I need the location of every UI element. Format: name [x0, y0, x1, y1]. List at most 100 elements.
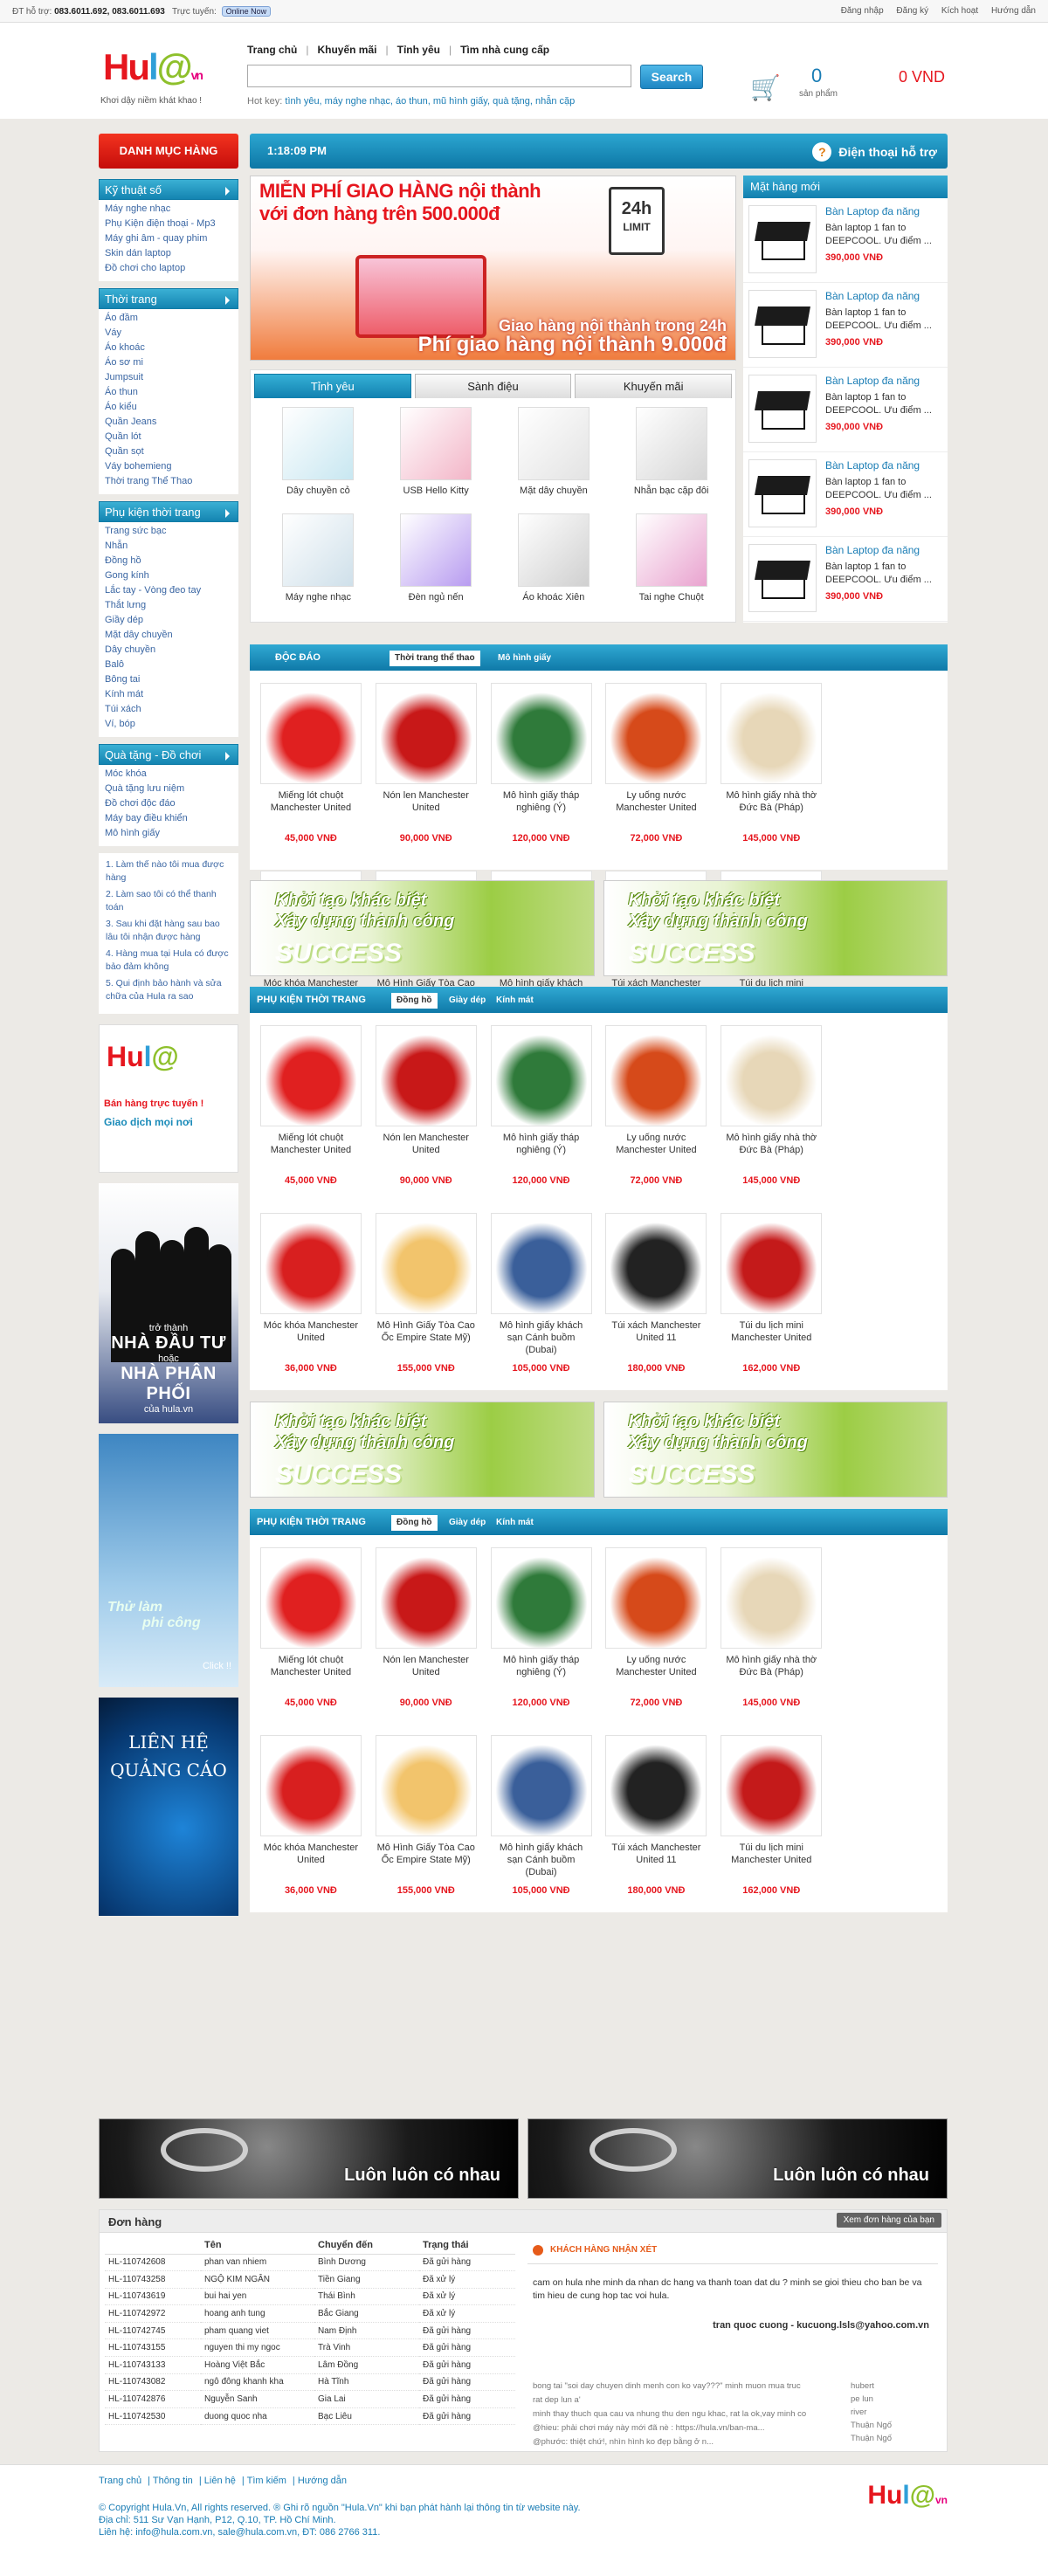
product-name[interactable]: Đèn ngủ nến [377, 592, 495, 603]
product-image[interactable] [490, 1547, 592, 1649]
tab-product[interactable]: Tai nghe Chuột [612, 513, 730, 616]
product-card[interactable]: Nón len Manchester United 90,000 VNĐ [369, 678, 484, 865]
product-name[interactable]: Dây chuyền cỏ [259, 486, 377, 496]
product-image[interactable] [375, 1025, 477, 1126]
faq-link[interactable]: 5. Qui định bảo hành và sửa chữa của Hul… [106, 977, 233, 1003]
product-name[interactable]: USB Hello Kitty [377, 486, 495, 496]
online-badge[interactable]: Online Now [221, 5, 272, 17]
product-name[interactable]: Mô hình giấy nhà thờ Đức Bà (Pháp) [714, 1654, 829, 1678]
sidebar-item[interactable]: Thời trang Thể Thao [99, 474, 238, 489]
product-card[interactable]: Ly uống nước Manchester United 72,000 VNĐ [598, 1542, 714, 1730]
product-card[interactable]: Mô hình giấy tháp nghiêng (Ý) 120,000 VNĐ [484, 1542, 599, 1730]
section-tab-shoes[interactable]: Giày dép [444, 993, 491, 1009]
footer-link-home[interactable]: Trang chủ [99, 2476, 141, 2486]
product-image[interactable] [605, 683, 707, 784]
sidebar-item[interactable]: Đồ chơi cho laptop [99, 261, 238, 276]
product-image[interactable] [720, 1547, 823, 1649]
nav-suppliers[interactable]: Tìm nhà cung cấp [460, 44, 549, 56]
product-image[interactable] [490, 1213, 592, 1314]
product-card[interactable]: Túi du lịch mini Manchester United 162,00… [714, 1730, 829, 1918]
section-tab-paper-models[interactable]: Mô hình giấy [493, 651, 556, 666]
section-title[interactable]: PHỤ KIỆN THỜI TRANG [257, 1517, 366, 1527]
product-image[interactable] [375, 1547, 477, 1649]
sidebar-item[interactable]: Quần lót [99, 430, 238, 444]
footer-link-contact[interactable]: Liên hệ [204, 2476, 236, 2486]
product-card[interactable]: Miếng lót chuột Manchester United 45,000 … [253, 1542, 369, 1730]
sidebar-item[interactable]: Quần Jeans [99, 415, 238, 430]
banner-rings-left[interactable]: Luôn luôn có nhau [99, 2118, 519, 2199]
product-image[interactable] [720, 1213, 823, 1314]
footer-link-help[interactable]: Hướng dẫn [298, 2476, 347, 2486]
tab-product[interactable]: Dây chuyền cỏ [259, 407, 377, 510]
section-tab-shoes[interactable]: Giày dép [444, 1515, 491, 1531]
product-name[interactable]: Ly uống nước Manchester United [598, 1654, 714, 1678]
tab-product[interactable]: Đèn ngủ nến [377, 513, 495, 616]
product-image[interactable] [400, 513, 472, 587]
product-card[interactable]: Ly uống nước Manchester United 72,000 VNĐ [598, 1020, 714, 1208]
product-name[interactable]: Mô hình giấy nhà thờ Đức Bà (Pháp) [714, 789, 829, 814]
product-card[interactable]: Miếng lót chuột Manchester United 45,000 … [253, 1020, 369, 1208]
ad-success-right[interactable]: Khởi tạo khác biệt Xây dựng thành công SUC… [603, 880, 948, 976]
product-image[interactable] [635, 513, 707, 587]
product-card[interactable]: Mô hình giấy tháp nghiêng (Ý) 120,000 VNĐ [484, 1020, 599, 1208]
product-name[interactable]: Ly uống nước Manchester United [598, 1132, 714, 1156]
product-image[interactable] [259, 1735, 362, 1836]
product-image[interactable] [748, 375, 817, 443]
product-card[interactable]: Nón len Manchester United 90,000 VNĐ [369, 1542, 484, 1730]
product-name[interactable]: Mô hình giấy khách sạn Cánh buồm (Dubai) [484, 1842, 599, 1878]
product-name[interactable]: Nhẫn bạc cặp đôi [612, 486, 730, 496]
product-card[interactable]: Móc khóa Manchester United 36,000 VNĐ [253, 1208, 369, 1395]
section-title[interactable]: ĐỘC ĐÁO [250, 652, 346, 663]
sidebar-section-title[interactable]: Quà tặng - Đồ chơi [99, 744, 238, 765]
product-name[interactable]: Mô hình giấy tháp nghiêng (Ý) [484, 789, 599, 814]
sidebar-item[interactable]: Áo khoác [99, 341, 238, 355]
product-name[interactable]: Mô Hình Giấy Tòa Cao Ốc Empire State Mỹ) [369, 1842, 484, 1866]
chat-author[interactable]: pe lun [851, 2393, 892, 2406]
sidebar-item[interactable]: Áo kiểu [99, 400, 238, 415]
product-image[interactable] [375, 1735, 477, 1836]
section-tab-sport-fashion[interactable]: Thời trang thể thao [390, 651, 480, 666]
product-card[interactable]: Túi xách Manchester United 11 180,000 VNĐ [598, 1208, 714, 1395]
sidebar-item[interactable]: Balô [99, 658, 238, 672]
activate-link[interactable]: Kích hoạt [941, 6, 978, 16]
product-name[interactable]: Mô hình giấy tháp nghiêng (Ý) [484, 1132, 599, 1156]
nav-love[interactable]: Tỉnh yêu [397, 44, 440, 56]
product-image[interactable] [748, 290, 817, 358]
product-image[interactable] [605, 1025, 707, 1126]
ad-contact[interactable]: LIÊN HỆ QUẢNG CÁO [99, 1698, 238, 1916]
shopping-cart-icon[interactable]: 🛒 [750, 73, 781, 102]
product-card[interactable]: Móc khóa Manchester United 36,000 VNĐ [253, 1730, 369, 1918]
ad-success-right[interactable]: Khởi tạo khác biệt Xây dựng thành công SUC… [603, 1402, 948, 1498]
product-name[interactable]: Nón len Manchester United [369, 1132, 484, 1156]
sidebar-item[interactable]: Đồ chơi độc đáo [99, 796, 238, 811]
promo-banner[interactable]: MIỄN PHÍ GIAO HÀNG nội thành với đơn hàng… [250, 176, 736, 361]
product-name[interactable]: Túi du lịch mini Manchester United [714, 1842, 829, 1866]
product-image[interactable] [748, 544, 817, 612]
product-card[interactable]: Túi xách Manchester United 11 180,000 VNĐ [598, 1730, 714, 1918]
sidebar-item[interactable]: Quần sọt [99, 444, 238, 459]
product-image[interactable] [748, 205, 817, 273]
ad-investor[interactable]: trở thành NHÀ ĐẦU TƯ hoặc NHÀ PHÂN PHỐI của … [99, 1183, 238, 1423]
product-image[interactable] [517, 513, 590, 587]
sidebar-section-title[interactable]: Kỹ thuật số [99, 179, 238, 200]
tab-product[interactable]: Máy nghe nhạc [259, 513, 377, 616]
product-name[interactable]: Móc khóa Manchester United [253, 1842, 369, 1866]
sidebar-item[interactable]: Áo đầm [99, 311, 238, 326]
sidebar-item[interactable]: Máy bay điều khiển [99, 811, 238, 826]
banner-rings-right[interactable]: Luôn luôn có nhau [527, 2118, 948, 2199]
register-link[interactable]: Đăng ký [896, 6, 928, 16]
cart-summary[interactable]: 🛒 0 sản phẩm 0 VND [748, 52, 945, 119]
product-image[interactable] [720, 683, 823, 784]
support-phone-link[interactable]: ? Điện thoại hỗ trợ [812, 142, 937, 162]
faq-link[interactable]: 2. Làm sao tôi có thể thanh toán [106, 888, 233, 914]
sidebar-item[interactable]: Mô hình giấy [99, 826, 238, 841]
sidebar-item[interactable]: Móc khóa [99, 767, 238, 782]
hotkey-terms[interactable]: tình yêu, máy nghe nhạc, áo thun, mũ hìn… [285, 96, 575, 107]
sidebar-item[interactable]: Quà tặng lưu niệm [99, 782, 238, 796]
product-card[interactable]: Nón len Manchester United 90,000 VNĐ [369, 1020, 484, 1208]
product-image[interactable] [748, 459, 817, 527]
new-product-item[interactable]: Bàn Laptop đa năng Bàn laptop 1 fan to DE… [743, 537, 948, 622]
sidebar-section-title[interactable]: Thời trang [99, 288, 238, 309]
product-card[interactable]: Túi du lịch mini Manchester United 162,00… [714, 1208, 829, 1395]
product-card[interactable]: Ly uống nước Manchester United 72,000 VNĐ [598, 678, 714, 865]
